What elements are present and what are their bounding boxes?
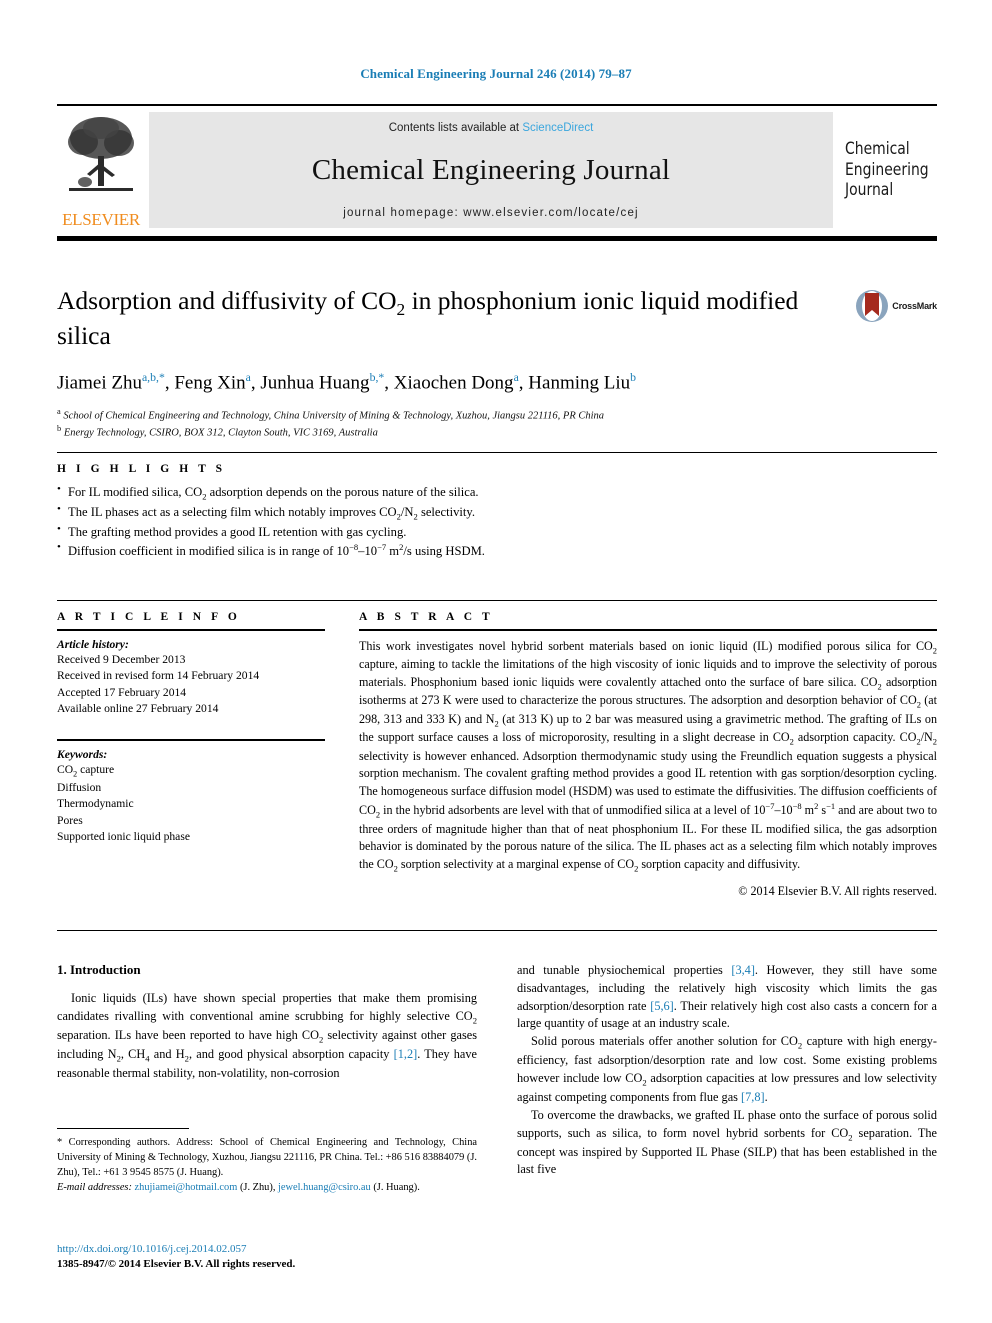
issn-copyright-line: 1385-8947/© 2014 Elsevier B.V. All right… [57,1258,296,1271]
article-info-heading: A R T I C L E I N F O [57,611,241,623]
author-list: Jiamei Zhua,b,*, Feng Xina, Junhua Huang… [57,370,637,393]
email-link-zhu[interactable]: zhujiamei@hotmail.com [135,1182,238,1193]
email-owner-huang: (J. Huang). [373,1181,420,1193]
history-revised: Received in revised form 14 February 201… [57,669,260,683]
crossmark-icon [856,290,889,322]
info-abstract-top-rule [57,600,937,601]
list-item: For IL modified silica, CO2 adsorption d… [57,482,937,503]
journal-cover-thumbnail: Chemical Engineering Journal [833,112,937,228]
affiliation-marker-a: a [57,406,61,416]
history-online: Available online 27 February 2014 [57,701,219,715]
abstract-heading: A B S T R A C T [359,611,494,623]
affiliation-text-a: School of Chemical Engineering and Techn… [63,410,605,422]
contents-available-line: Contents lists available at ScienceDirec… [389,122,594,134]
journal-masthead: ELSEVIER Contents lists available at Sci… [57,104,937,228]
email-owner-zhu: (J. Zhu), [239,1181,276,1193]
email-addresses-line: E-mail addresses: zhujiamei@hotmail.com … [57,1181,477,1196]
page-title: Adsorption and diffusivity of CO2 in pho… [57,286,847,352]
email-label: E-mail addresses: [57,1181,132,1193]
abstract-column: A B S T R A C T This work investigates n… [359,611,937,899]
highlights-top-rule [57,452,937,453]
citation-link[interactable]: [7,8] [741,1090,765,1104]
section-heading-introduction: 1. Introduction [57,962,141,977]
keyword-item: Pores [57,813,83,827]
keyword-item: Thermodynamic [57,797,134,811]
corresponding-author-note: * Corresponding authors. Address: School… [57,1137,477,1178]
highlights-section: H I G H L I G H T S For IL modified sili… [57,452,937,560]
title-part-1: Adsorption and diffusivity of CO [57,286,397,315]
paragraph: Ionic liquids (ILs) have shown special p… [57,991,477,1080]
abstract-copyright: © 2014 Elsevier B.V. All rights reserved… [738,884,937,899]
footnote-block: * Corresponding authors. Address: School… [57,1128,477,1196]
title-subscript: 2 [396,300,406,320]
author-affil-marker: a [513,370,519,384]
article-history-title: Article history: [57,637,129,651]
cover-line-3: Journal [845,180,894,201]
author-affil-marker: a [245,370,251,384]
keywords-rule [57,739,325,741]
abstract-rule [359,629,937,631]
keywords-title: Keywords: [57,748,108,761]
journal-title: Chemical Engineering Journal [311,154,671,186]
doi-block: http://dx.doi.org/10.1016/j.cej.2014.02.… [57,1242,477,1273]
doi-link[interactable]: http://dx.doi.org/10.1016/j.cej.2014.02.… [57,1242,477,1257]
affiliation-b: b Energy Technology, CSIRO, BOX 312, Cla… [57,423,937,441]
masthead-bottom-rule [57,236,937,241]
article-title-block: Adsorption and diffusivity of CO2 in pho… [57,286,937,441]
keywords-block: Keywords: CO2 capture Diffusion Thermody… [57,739,335,845]
affiliation-marker-b: b [57,424,62,434]
abstract-text: This work investigates novel hybrid sorb… [359,638,938,874]
keyword-item: CO2 capture [57,763,115,779]
paragraph: To overcome the drawbacks, we grafted IL… [517,1107,937,1177]
journal-homepage-url[interactable]: journal homepage: www.elsevier.com/locat… [343,207,639,219]
cover-line-1: Chemical [845,138,910,159]
highlights-list: For IL modified silica, CO2 adsorption d… [57,482,937,560]
article-info-column: A R T I C L E I N F O Article history: R… [57,611,335,899]
citation-link[interactable]: [3,4] [731,963,755,977]
author-affil-marker: b,* [369,370,385,384]
contents-prefix: Contents lists available at [388,122,520,134]
keyword-item: Supported ionic liquid phase [57,830,190,844]
history-accepted: Accepted 17 February 2014 [57,685,187,699]
author-affil-marker: b [630,370,637,384]
elsevier-tree-icon [68,117,134,191]
affiliation-text-b: Energy Technology, CSIRO, BOX 312, Clayt… [63,427,378,439]
list-item: The IL phases act as a selecting film wh… [57,502,937,523]
affiliation-a: a School of Chemical Engineering and Tec… [57,406,937,424]
paragraph: and tunable physiochemical properties [3… [517,963,938,1031]
elsevier-logo: ELSEVIER [57,112,149,228]
sciencedirect-link[interactable]: ScienceDirect [522,122,593,134]
paragraph: Solid porous materials offer another sol… [517,1034,937,1104]
body-column-right: and tunable physiochemical properties [3… [517,962,937,1179]
history-received: Received 9 December 2013 [57,652,186,666]
masthead-center-band: Contents lists available at ScienceDirec… [149,112,833,228]
body-separator-rule [57,930,937,931]
article-info-rule [57,629,325,631]
email-link-huang[interactable]: jewel.huang@csiro.au [278,1182,371,1193]
paper-page: Chemical Engineering Journal 246 (2014) … [0,0,992,1323]
citation-link[interactable]: [1,2] [394,1047,418,1061]
citation-link[interactable]: [5,6] [650,999,674,1013]
crossmark-badge[interactable]: CrossMark [855,289,937,323]
running-head: Chemical Engineering Journal 246 (2014) … [360,66,632,81]
info-abstract-section: A R T I C L E I N F O Article history: R… [57,600,937,899]
list-item: The grafting method provides a good IL r… [57,522,937,541]
cover-line-2: Engineering [845,159,929,180]
highlights-heading: H I G H L I G H T S [57,463,226,475]
footnote-rule [57,1128,189,1129]
author-affil-marker: a,b, [141,370,159,384]
keyword-item: Diffusion [57,780,102,794]
author-corresponding-marker: * [158,370,165,384]
affiliations: a School of Chemical Engineering and Tec… [57,406,937,441]
list-item: Diffusion coefficient in modified silica… [57,540,937,560]
elsevier-wordmark: ELSEVIER [62,210,140,229]
crossmark-label: CrossMark [892,301,937,311]
